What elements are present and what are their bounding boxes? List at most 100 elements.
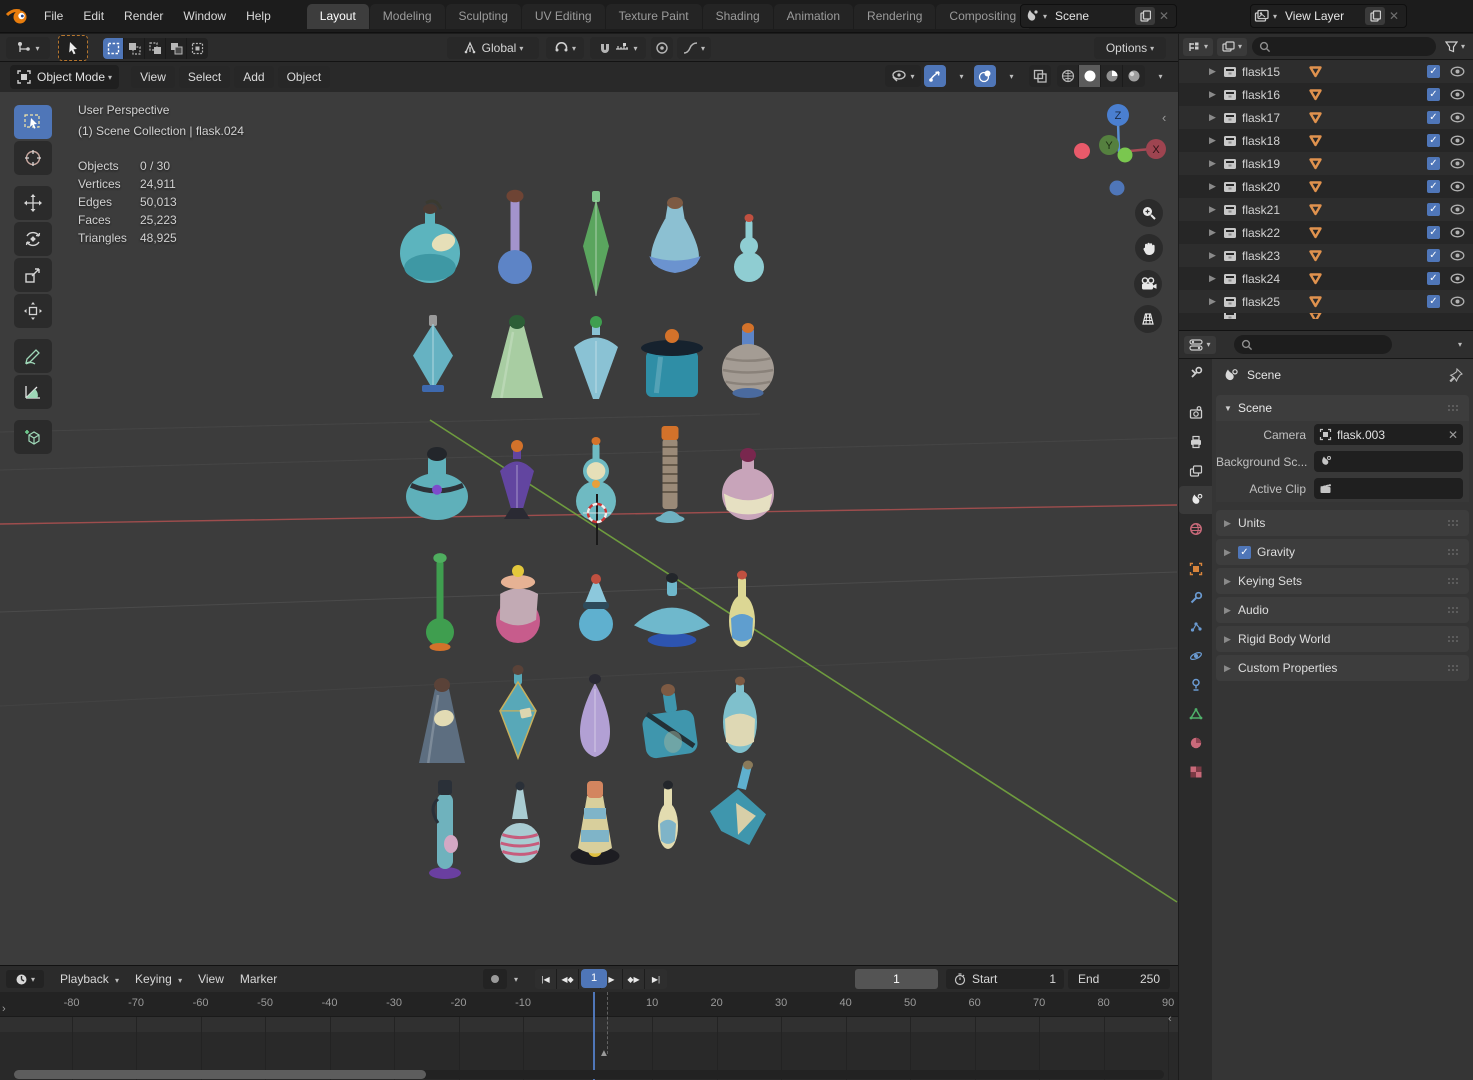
menu-edit[interactable]: Edit bbox=[73, 5, 114, 27]
timeline-collapse-arrow[interactable]: ‹ bbox=[1168, 1013, 1172, 1025]
menu-render[interactable]: Render bbox=[114, 5, 173, 27]
outliner-item-flask19[interactable]: ▶flask19✓ bbox=[1179, 152, 1473, 175]
hide-eye-icon[interactable] bbox=[1450, 112, 1465, 123]
selectable-checkbox[interactable]: ✓ bbox=[1427, 111, 1440, 124]
menu-help[interactable]: Help bbox=[236, 5, 281, 27]
section-drag-handle[interactable] bbox=[1447, 606, 1461, 614]
selectable-checkbox[interactable]: ✓ bbox=[1427, 249, 1440, 262]
flask-object[interactable] bbox=[583, 191, 609, 296]
timeline-menu-marker[interactable]: Marker bbox=[232, 968, 285, 990]
blender-logo-icon[interactable] bbox=[0, 7, 34, 25]
jump-to-start-button[interactable]: |◀ bbox=[535, 969, 557, 989]
marker-triangle[interactable]: ▲ bbox=[599, 1048, 609, 1059]
workspace-tab-modeling[interactable]: Modeling bbox=[370, 4, 445, 29]
properties-tab-particles[interactable] bbox=[1179, 613, 1212, 641]
workspace-tab-layout[interactable]: Layout bbox=[307, 4, 369, 29]
properties-tab-object[interactable] bbox=[1179, 555, 1212, 583]
new-view-layer-button[interactable] bbox=[1365, 7, 1385, 25]
properties-editor-type-button[interactable]: ▾ bbox=[1184, 336, 1216, 354]
field-input[interactable] bbox=[1314, 478, 1463, 499]
tool-annotate[interactable] bbox=[14, 339, 52, 373]
object-name[interactable]: flask18 bbox=[1242, 134, 1308, 148]
remove-view-layer-button[interactable]: ✕ bbox=[1385, 9, 1403, 23]
flask-object[interactable] bbox=[571, 781, 620, 865]
hide-eye-icon[interactable] bbox=[1450, 273, 1465, 284]
section-custom-properties[interactable]: ▶Custom Properties bbox=[1216, 655, 1469, 681]
timeline-menu-keying[interactable]: Keying ▾ bbox=[127, 968, 190, 990]
outliner-item-flask20[interactable]: ▶flask20✓ bbox=[1179, 175, 1473, 198]
panel-drag-handle[interactable] bbox=[1447, 404, 1461, 412]
expand-arrow-icon[interactable]: ▶ bbox=[1209, 250, 1223, 261]
outliner-item-flask15[interactable]: ▶ flask15 ✓ bbox=[1179, 60, 1473, 83]
properties-tab-output[interactable] bbox=[1179, 428, 1212, 456]
select-mode-invert[interactable] bbox=[166, 38, 187, 59]
camera-view-button[interactable] bbox=[1134, 270, 1162, 298]
select-mode-new[interactable] bbox=[103, 38, 124, 59]
hide-eye-icon[interactable] bbox=[1450, 227, 1465, 238]
object-name[interactable]: flask17 bbox=[1242, 111, 1308, 125]
timeline-menu-playback[interactable]: Playback ▾ bbox=[52, 968, 127, 990]
section-drag-handle[interactable] bbox=[1447, 548, 1461, 556]
prev-keyframe-button[interactable]: ◀◆ bbox=[557, 969, 579, 989]
expand-arrow-icon[interactable]: ▶ bbox=[1209, 89, 1223, 100]
workspace-tab-sculpting[interactable]: Sculpting bbox=[446, 4, 521, 29]
section-arrow-icon[interactable]: ▶ bbox=[1224, 663, 1238, 674]
hide-eye-icon[interactable] bbox=[1450, 250, 1465, 261]
mode-dropdown[interactable]: Object Mode ▾ bbox=[10, 65, 119, 89]
tool-move[interactable] bbox=[14, 186, 52, 220]
next-keyframe-button[interactable]: ◆▶ bbox=[623, 969, 645, 989]
field-input[interactable] bbox=[1314, 451, 1463, 472]
tool-transform[interactable] bbox=[14, 294, 52, 328]
tool-select-box[interactable] bbox=[14, 105, 52, 139]
object-name[interactable]: flask19 bbox=[1242, 157, 1308, 171]
viewport-menu-object[interactable]: Object bbox=[278, 66, 331, 88]
navigation-gizmo[interactable]: Z Y X bbox=[1063, 95, 1175, 207]
gizmo-minus-y-axis[interactable] bbox=[1118, 148, 1133, 163]
toggle-ortho-button[interactable] bbox=[1134, 305, 1162, 333]
selectable-checkbox[interactable]: ✓ bbox=[1427, 134, 1440, 147]
properties-tab-view-layer[interactable] bbox=[1179, 457, 1212, 485]
expand-arrow-icon[interactable]: ▶ bbox=[1209, 204, 1223, 215]
overlays-dropdown[interactable]: ▾ bbox=[999, 65, 1021, 87]
snap-pivot-button[interactable]: ▾ bbox=[546, 37, 584, 59]
frame-start-field[interactable]: Start 1 bbox=[946, 969, 1064, 989]
flask-object[interactable] bbox=[426, 553, 454, 651]
section-gravity[interactable]: ▶✓Gravity bbox=[1216, 539, 1469, 565]
flask-object[interactable] bbox=[500, 665, 536, 758]
section-arrow-icon[interactable]: ▶ bbox=[1224, 634, 1238, 645]
tool-rotate[interactable] bbox=[14, 222, 52, 256]
viewport-menu-view[interactable]: View bbox=[131, 66, 175, 88]
frame-end-field[interactable]: End 250 bbox=[1068, 969, 1170, 989]
flask-object[interactable] bbox=[710, 761, 766, 846]
expand-arrow-icon[interactable]: ▶ bbox=[1209, 112, 1223, 123]
section-rigid-body-world[interactable]: ▶Rigid Body World bbox=[1216, 626, 1469, 652]
view-layer-selector[interactable]: ▾ View Layer ✕ bbox=[1250, 4, 1407, 28]
clear-field-icon[interactable]: ✕ bbox=[1448, 428, 1458, 442]
selectable-checkbox[interactable]: ✓ bbox=[1427, 65, 1440, 78]
object-name[interactable]: flask15 bbox=[1242, 65, 1308, 79]
jump-to-end-button[interactable]: ▶| bbox=[645, 969, 667, 989]
object-name[interactable]: flask24 bbox=[1242, 272, 1308, 286]
selectable-checkbox[interactable]: ✓ bbox=[1427, 272, 1440, 285]
gravity-checkbox[interactable]: ✓ bbox=[1238, 546, 1251, 559]
xray-toggle[interactable] bbox=[1029, 65, 1051, 87]
expand-arrow-icon[interactable]: ▶ bbox=[1209, 296, 1223, 307]
hide-eye-icon[interactable] bbox=[1450, 204, 1465, 215]
viewport-menu-select[interactable]: Select bbox=[179, 66, 230, 88]
unlink-scene-button[interactable]: ✕ bbox=[1155, 9, 1173, 23]
hide-eye-icon[interactable] bbox=[1450, 181, 1465, 192]
properties-tab-material[interactable] bbox=[1179, 729, 1212, 757]
flask-object[interactable] bbox=[722, 448, 774, 520]
hide-eye-icon[interactable] bbox=[1450, 158, 1465, 169]
section-arrow-icon[interactable]: ▶ bbox=[1224, 605, 1238, 616]
show-overlays-toggle[interactable] bbox=[974, 65, 996, 87]
select-mode-extend[interactable] bbox=[124, 38, 145, 59]
expand-arrow-icon[interactable]: ▶ bbox=[1209, 66, 1223, 77]
sidebar-collapse-arrow[interactable]: ‹ bbox=[1162, 110, 1166, 125]
flask-object[interactable] bbox=[419, 678, 465, 763]
flask-object[interactable] bbox=[574, 316, 618, 399]
outliner-item-flask22[interactable]: ▶flask22✓ bbox=[1179, 221, 1473, 244]
expand-arrow-icon[interactable]: ▶ bbox=[1209, 273, 1223, 284]
show-gizmo-toggle[interactable] bbox=[924, 65, 946, 87]
flask-object[interactable] bbox=[429, 780, 461, 879]
